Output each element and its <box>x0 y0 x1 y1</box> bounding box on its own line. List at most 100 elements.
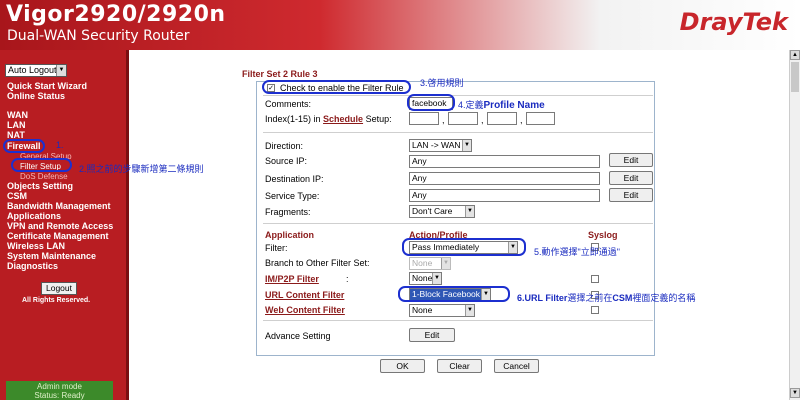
annotation-oval-filter-action <box>402 238 526 256</box>
sidebar-item-lan[interactable]: LAN <box>7 120 26 130</box>
web-content-filter-value: None <box>412 305 433 315</box>
schedule-index-1[interactable] <box>409 112 439 125</box>
sidebar-item-quick-start[interactable]: Quick Start Wizard <box>7 81 87 91</box>
chevron-down-icon: ▼ <box>441 258 450 269</box>
chevron-down-icon: ▼ <box>465 305 474 316</box>
divider <box>263 223 653 224</box>
im-p2p-filter-link[interactable]: IM/P2P Filter <box>265 274 319 284</box>
service-type-input[interactable]: Any <box>409 189 600 202</box>
sidebar-item-diagnostics[interactable]: Diagnostics <box>7 261 58 271</box>
filter-label: Filter: <box>265 243 288 253</box>
branch-select[interactable]: None ▼ <box>409 257 451 270</box>
chevron-down-icon: ▼ <box>465 206 474 217</box>
chevron-down-icon: ▼ <box>56 65 66 76</box>
divider <box>263 132 653 133</box>
fragments-select[interactable]: Don't Care ▼ <box>409 205 475 218</box>
dest-ip-input[interactable]: Any <box>409 172 600 185</box>
annotation-oval-enable <box>262 80 411 94</box>
application-col-header: Application <box>265 230 314 240</box>
advance-edit-button[interactable]: Edit <box>409 328 455 342</box>
model-subtitle: Dual-WAN Security Router <box>7 28 190 44</box>
auto-logout-select[interactable]: Auto Logout ▼ <box>5 64 67 77</box>
im-p2p-value: None <box>412 273 433 283</box>
service-type-label: Service Type: <box>265 191 320 201</box>
annotation-5: 5.動作選擇"立即通過" <box>534 247 620 257</box>
direction-value: LAN -> WAN <box>412 140 461 150</box>
comments-label: Comments: <box>265 99 312 109</box>
page-title: Filter Set 2 Rule 3 <box>242 69 318 79</box>
sidebar-item-dos-defense[interactable]: DoS Defense <box>20 172 68 181</box>
scrollbar[interactable]: ▲ ▼ <box>789 50 800 400</box>
rights-text: All Rights Reserved. <box>22 297 91 304</box>
status-ready: Status: Ready <box>34 391 85 400</box>
annotation-6-mid: 選擇之前在 <box>567 293 613 303</box>
source-ip-label: Source IP: <box>265 156 308 166</box>
scroll-up-icon[interactable]: ▲ <box>790 50 800 60</box>
web-content-filter-select[interactable]: None ▼ <box>409 304 475 317</box>
annotation-4-prefix: 4.定義 <box>458 100 484 110</box>
web-syslog-checkbox[interactable] <box>591 306 599 314</box>
im-p2p-select[interactable]: None ▼ <box>409 272 442 285</box>
sidebar-item-applications[interactable]: Applications <box>7 211 61 221</box>
sidebar-item-wireless-lan[interactable]: Wireless LAN <box>7 241 65 251</box>
url-content-filter-link[interactable]: URL Content Filter <box>265 290 344 300</box>
sidebar-item-system-maintenance[interactable]: System Maintenance <box>7 251 96 261</box>
divider <box>263 95 653 96</box>
annotation-oval-firewall <box>3 139 45 153</box>
sidebar-item-csm[interactable]: CSM <box>7 191 27 201</box>
chevron-down-icon: ▼ <box>462 140 471 151</box>
sidebar-item-bandwidth[interactable]: Bandwidth Management <box>7 201 111 211</box>
annotation-6-prefix: 6.URL Filter <box>517 293 568 303</box>
status-bar: Admin mode Status: Ready <box>6 381 113 400</box>
schedule-index-4[interactable] <box>526 112 555 125</box>
sidebar-divider <box>126 50 129 400</box>
direction-select[interactable]: LAN -> WAN ▼ <box>409 139 472 152</box>
annotation-2: 2.照之前的步驟新增第二條規則 <box>79 164 204 174</box>
brand-logo: DrayTek <box>679 8 788 36</box>
header: Vigor2920/2920n Dual-WAN Security Router… <box>0 0 800 50</box>
fragments-value: Don't Care <box>412 206 453 216</box>
annotation-3: 3.啓用規則 <box>420 78 464 88</box>
syslog-col-header: Syslog <box>588 230 618 240</box>
sidebar-item-online-status[interactable]: Online Status <box>7 91 65 101</box>
sidebar-item-certificate[interactable]: Certificate Management <box>7 231 109 241</box>
index-label: Index(1-15) in Schedule Setup: <box>265 114 392 124</box>
sidebar-item-vpn[interactable]: VPN and Remote Access <box>7 221 113 231</box>
schedule-index-3[interactable] <box>487 112 517 125</box>
logout-button[interactable]: Logout <box>41 282 77 295</box>
divider <box>263 320 653 321</box>
branch-value: None <box>412 258 433 268</box>
scroll-down-icon[interactable]: ▼ <box>790 388 800 398</box>
annotation-oval-filter-setup <box>11 158 72 172</box>
comma-sep: , <box>481 115 484 125</box>
advance-setting-label: Advance Setting <box>265 331 331 341</box>
annotation-oval-url-filter <box>398 286 510 302</box>
sidebar-item-wan[interactable]: WAN <box>7 110 28 120</box>
fragments-label: Fragments: <box>265 207 311 217</box>
cancel-button[interactable]: Cancel <box>494 359 539 373</box>
direction-label: Direction: <box>265 141 304 151</box>
dest-ip-edit-button[interactable]: Edit <box>609 171 653 185</box>
service-type-edit-button[interactable]: Edit <box>609 188 653 202</box>
colon: : <box>346 274 349 284</box>
dest-ip-label: Destination IP: <box>265 174 324 184</box>
annotation-6-csm: CSM <box>612 293 633 303</box>
schedule-link[interactable]: Schedule <box>323 114 363 124</box>
model-title: Vigor2920/2920n <box>6 2 226 27</box>
index-label-post: Setup: <box>365 114 392 124</box>
sidebar-item-objects-setting[interactable]: Objects Setting <box>7 181 73 191</box>
status-mode: Admin mode <box>37 382 82 391</box>
source-ip-edit-button[interactable]: Edit <box>609 153 653 167</box>
annotation-6-suffix: 裡面定義的名稱 <box>632 293 696 303</box>
scroll-thumb[interactable] <box>791 62 799 92</box>
im-p2p-syslog-checkbox[interactable] <box>591 275 599 283</box>
web-content-filter-link[interactable]: Web Content Filter <box>265 305 345 315</box>
clear-button[interactable]: Clear <box>437 359 482 373</box>
comma-sep: , <box>520 115 523 125</box>
source-ip-input[interactable]: Any <box>409 155 600 168</box>
ok-button[interactable]: OK <box>380 359 425 373</box>
annotation-4-bold: Profile Name <box>483 100 545 111</box>
branch-label: Branch to Other Filter Set: <box>265 258 370 268</box>
annotation-6: 6.URL Filter選擇之前在CSM裡面定義的名稱 <box>517 291 695 304</box>
schedule-index-2[interactable] <box>448 112 478 125</box>
